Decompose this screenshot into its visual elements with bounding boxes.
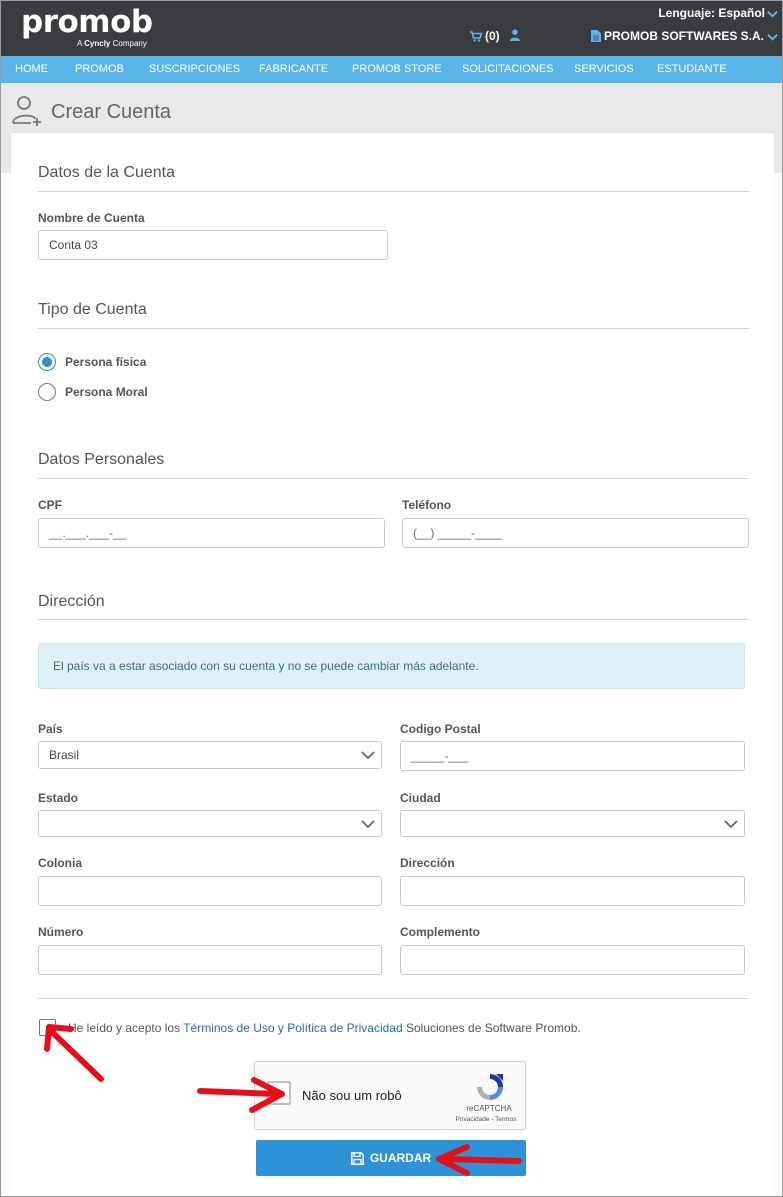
nav-solicitaciones[interactable]: SOLICITACIONES xyxy=(462,56,553,83)
recaptcha-logo-icon xyxy=(477,1074,503,1100)
divider xyxy=(38,619,749,620)
chevron-down-icon xyxy=(767,33,778,41)
top-header: promob A Cyncly Company Lenguaje: Españo… xyxy=(1,1,782,56)
phone-label: Teléfono xyxy=(402,498,452,512)
main-nav: HOME PROMOB SUSCRIPCIONES FABRICANTE PRO… xyxy=(1,56,782,83)
recaptcha-links[interactable]: Privacidade - Termos xyxy=(445,1116,527,1123)
terms-suffix: Soluciones de Software Promob. xyxy=(402,1021,581,1035)
add-user-icon xyxy=(12,96,41,126)
annotation-arrow-icon xyxy=(44,1024,104,1082)
section-title-address: Dirección xyxy=(38,593,105,610)
chevron-down-icon xyxy=(724,820,738,829)
complement-label: Complemento xyxy=(400,925,481,939)
browser-page: promob A Cyncly Company Lenguaje: Españo… xyxy=(0,0,783,1197)
logo-tagline-suffix: Company xyxy=(112,39,147,48)
cpf-mask: __.___.___-__ xyxy=(49,526,127,540)
company-selector[interactable]: PROMOB SOFTWARES S.A. xyxy=(590,29,778,43)
phone-mask: (__) _____-____ xyxy=(413,526,502,540)
annotation-arrow-icon xyxy=(436,1144,522,1176)
save-button-label: GUARDAR xyxy=(369,1151,432,1165)
logo-wordmark: promob xyxy=(21,4,153,40)
floppy-disk-icon xyxy=(350,1151,364,1165)
recaptcha-widget: Não sou um robô reCAPTCHA Privacidade - … xyxy=(254,1061,526,1130)
cart-count: (0) xyxy=(485,29,500,43)
account-name-label: Nombre de Cuenta xyxy=(38,211,145,225)
recaptcha-brand: reCAPTCHA xyxy=(466,1104,512,1113)
zip-label: Codigo Postal xyxy=(400,722,481,736)
page-title: Crear Cuenta xyxy=(51,101,172,123)
radio-persona-fisica[interactable] xyxy=(38,353,56,371)
country-select[interactable]: Brasil xyxy=(38,741,382,769)
country-value: Brasil xyxy=(49,748,80,762)
radio-persona-moral[interactable] xyxy=(38,383,56,401)
colonia-label: Colonia xyxy=(38,856,82,870)
language-selector[interactable]: Lenguaje: Español xyxy=(658,6,778,20)
nav-estudiante[interactable]: ESTUDIANTE xyxy=(657,56,727,83)
promob-logo[interactable]: promob A Cyncly Company xyxy=(21,4,153,48)
privacy-policy-link[interactable]: Política de Privacidad xyxy=(287,1021,402,1035)
state-select[interactable] xyxy=(38,810,382,837)
section-title-account-type: Tipo de Cuenta xyxy=(38,301,147,318)
chevron-down-icon xyxy=(361,751,375,760)
document-icon xyxy=(590,30,601,42)
zip-input[interactable]: _____-___ xyxy=(400,741,745,771)
divider xyxy=(38,191,749,192)
language-label: Lenguaje: Español xyxy=(658,6,765,20)
cart-icon xyxy=(470,30,482,42)
divider xyxy=(38,998,749,999)
street-label: Dirección xyxy=(400,856,455,870)
number-label: Número xyxy=(38,925,84,939)
user-icon[interactable] xyxy=(510,29,520,41)
colonia-input[interactable] xyxy=(38,876,382,906)
nav-home[interactable]: HOME xyxy=(15,56,48,83)
logo-tagline: A Cyncly Company xyxy=(77,39,147,48)
radio-label-persona-fisica: Persona física xyxy=(65,355,147,369)
terms-of-use-link[interactable]: Términos de Uso xyxy=(183,1021,274,1035)
nav-fabricante[interactable]: FABRICANTE xyxy=(259,56,328,83)
street-input[interactable] xyxy=(400,876,745,906)
nav-suscripciones[interactable]: SUSCRIPCIONES xyxy=(149,56,240,83)
number-input[interactable] xyxy=(38,945,382,975)
terms-text: He leído y acepto los Términos de Uso y … xyxy=(68,1021,581,1035)
city-label: Ciudad xyxy=(400,791,441,805)
cart-link[interactable]: (0) xyxy=(470,29,500,43)
cpf-label: CPF xyxy=(38,498,62,512)
chevron-down-icon xyxy=(767,10,778,18)
section-title-personal: Datos Personales xyxy=(38,451,165,468)
chevron-down-icon xyxy=(361,820,375,829)
city-select[interactable] xyxy=(400,810,745,837)
complement-input[interactable] xyxy=(400,945,745,975)
nav-promob[interactable]: PROMOB xyxy=(75,56,124,83)
nav-promob-store[interactable]: PROMOB STORE xyxy=(352,56,442,83)
country-info-alert: El país va a estar asociado con su cuent… xyxy=(38,643,745,689)
zip-mask: _____-___ xyxy=(411,749,469,763)
company-name: PROMOB SOFTWARES S.A. xyxy=(603,29,764,43)
annotation-arrow-icon xyxy=(197,1077,285,1113)
logo-tagline-brand: Cyncly xyxy=(84,39,111,48)
cpf-input[interactable]: __.___.___-__ xyxy=(38,518,385,548)
section-title-account: Datos de la Cuenta xyxy=(38,164,175,181)
recaptcha-label: Não sou um robô xyxy=(302,1088,402,1103)
divider xyxy=(38,478,749,479)
logo-tagline-prefix: A xyxy=(77,39,82,48)
radio-label-persona-moral: Persona Moral xyxy=(65,385,148,399)
country-label: País xyxy=(38,722,63,736)
terms-and: y xyxy=(274,1021,288,1035)
state-label: Estado xyxy=(38,791,79,805)
nav-servicios[interactable]: SERVICIOS xyxy=(574,56,634,83)
account-name-input[interactable]: Conta 03 xyxy=(38,230,388,260)
divider xyxy=(38,328,749,329)
phone-input[interactable]: (__) _____-____ xyxy=(402,518,749,548)
